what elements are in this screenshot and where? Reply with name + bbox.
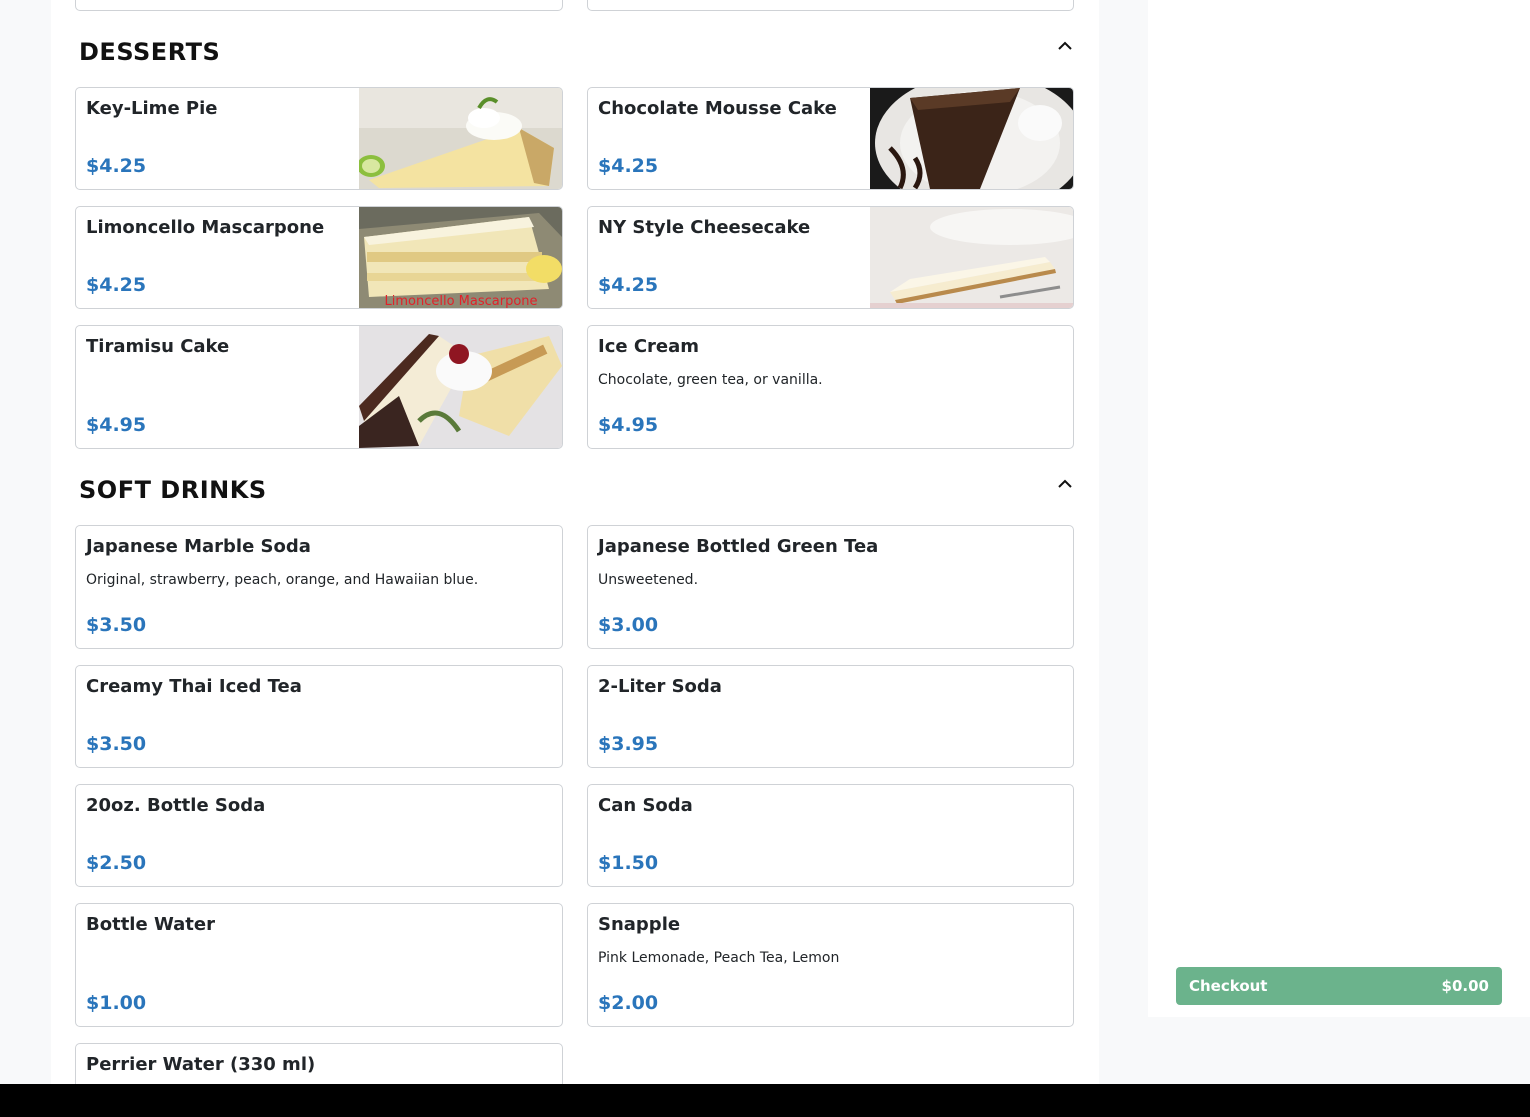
item-price: $4.25 <box>86 155 147 177</box>
item-description: Unsweetened. <box>598 572 699 588</box>
item-price: $4.95 <box>86 414 147 436</box>
menu-item-card[interactable] <box>587 0 1074 11</box>
item-description: Chocolate, green tea, or vanilla. <box>598 372 823 388</box>
item-price: $4.95 <box>598 414 659 436</box>
bottom-bar <box>0 1084 1530 1117</box>
item-name: Limoncello Mascarpone <box>86 217 325 238</box>
item-name: NY Style Cheesecake <box>598 217 811 238</box>
item-price: $3.95 <box>598 733 659 755</box>
item-price: $4.25 <box>86 274 147 296</box>
cart-sidebar <box>1148 0 1530 1017</box>
item-name: Ice Cream <box>598 336 700 357</box>
menu-item-ice-cream[interactable]: Ice Cream Chocolate, green tea, or vanil… <box>587 325 1074 449</box>
item-name: Creamy Thai Iced Tea <box>86 676 302 697</box>
item-name: Can Soda <box>598 795 693 816</box>
item-name: Tiramisu Cake <box>86 336 230 357</box>
image-caption: Limoncello Mascarpone <box>384 294 537 308</box>
menu-item-japanese-marble-soda[interactable]: Japanese Marble Soda Original, strawberr… <box>75 525 563 649</box>
section-title-desserts: DESSERTS <box>79 38 221 66</box>
menu-item-2-liter-soda[interactable]: 2-Liter Soda $3.95 <box>587 665 1074 768</box>
menu-item-card[interactable] <box>75 0 563 11</box>
item-name: Bottle Water <box>86 914 215 935</box>
item-name: Perrier Water (330 ml) <box>86 1054 316 1075</box>
item-name: Chocolate Mousse Cake <box>598 98 837 119</box>
item-description: Pink Lemonade, Peach Tea, Lemon <box>598 950 840 966</box>
item-price: $4.25 <box>598 155 659 177</box>
menu-item-creamy-thai-iced-tea[interactable]: Creamy Thai Iced Tea $3.50 <box>75 665 563 768</box>
chocolate-mousse-cake-photo <box>870 88 1073 189</box>
item-price: $2.00 <box>598 992 659 1014</box>
item-name: 20oz. Bottle Soda <box>86 795 266 816</box>
menu-item-snapple[interactable]: Snapple Pink Lemonade, Peach Tea, Lemon … <box>587 903 1074 1027</box>
checkout-button[interactable]: Checkout $0.00 <box>1176 967 1502 1005</box>
item-price: $1.00 <box>86 992 147 1014</box>
checkout-label: Checkout <box>1189 977 1268 995</box>
section-title-soft-drinks: SOFT DRINKS <box>79 476 267 504</box>
menu-item-can-soda[interactable]: Can Soda $1.50 <box>587 784 1074 887</box>
tiramisu-cake-photo <box>359 326 562 448</box>
menu-item-ny-style-cheesecake[interactable]: NY Style Cheesecake $4.25 <box>587 206 1074 309</box>
item-name: Key-Lime Pie <box>86 98 218 119</box>
item-price: $1.50 <box>598 852 659 874</box>
item-name: Snapple <box>598 914 681 935</box>
item-price: $3.50 <box>86 733 147 755</box>
chevron-up-icon[interactable] <box>1056 476 1074 490</box>
menu-item-bottle-water[interactable]: Bottle Water $1.00 <box>75 903 563 1027</box>
item-price: $3.00 <box>598 614 659 636</box>
menu-item-key-lime-pie[interactable]: Key-Lime Pie $4.25 <box>75 87 563 190</box>
limoncello-mascarpone-photo: Limoncello Mascarpone <box>359 207 562 308</box>
item-name: 2-Liter Soda <box>598 676 722 697</box>
menu-item-tiramisu-cake[interactable]: Tiramisu Cake $4.95 <box>75 325 563 449</box>
item-name: Japanese Marble Soda <box>86 536 311 557</box>
checkout-total: $0.00 <box>1441 977 1489 995</box>
item-name: Japanese Bottled Green Tea <box>598 536 879 557</box>
item-description: Original, strawberry, peach, orange, and… <box>86 572 479 588</box>
key-lime-pie-photo <box>359 88 562 189</box>
chevron-up-icon[interactable] <box>1056 38 1074 52</box>
item-price: $3.50 <box>86 614 147 636</box>
ny-style-cheesecake-photo <box>870 207 1073 308</box>
menu-item-20oz-bottle-soda[interactable]: 20oz. Bottle Soda $2.50 <box>75 784 563 887</box>
item-price: $2.50 <box>86 852 147 874</box>
menu-item-chocolate-mousse-cake[interactable]: Chocolate Mousse Cake $4.25 <box>587 87 1074 190</box>
menu-item-limoncello-mascarpone[interactable]: Limoncello Mascarpone $4.25 Limoncello M… <box>75 206 563 309</box>
item-price: $4.25 <box>598 274 659 296</box>
menu-item-japanese-bottled-green-tea[interactable]: Japanese Bottled Green Tea Unsweetened. … <box>587 525 1074 649</box>
